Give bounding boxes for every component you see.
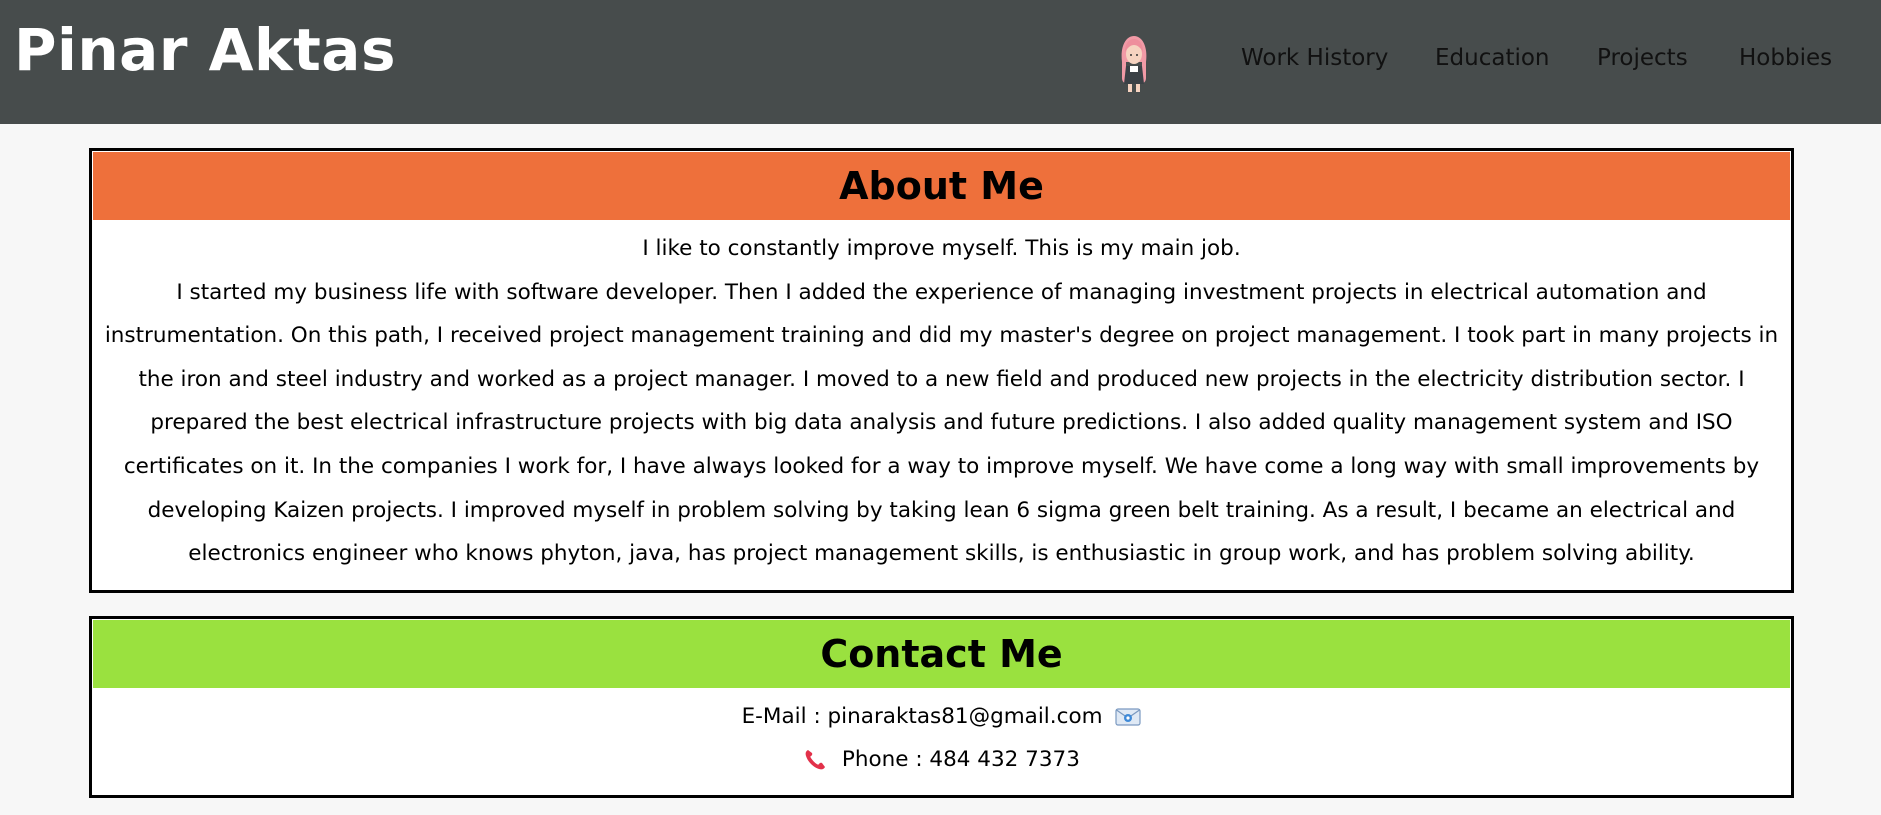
telephone-receiver-icon <box>805 750 826 770</box>
nav-hobbies[interactable]: Hobbies <box>1739 38 1832 78</box>
contact-me-heading: Contact Me <box>93 620 1790 688</box>
email-text[interactable]: E-Mail : pinaraktas81@gmail.com <box>742 704 1103 729</box>
envelope-icon <box>1115 708 1141 726</box>
email-row: E-Mail : pinaraktas81@gmail.com <box>92 695 1791 738</box>
about-me-intro: I like to constantly improve myself. Thi… <box>642 236 1241 261</box>
phone-text[interactable]: Phone : 484 432 7373 <box>842 747 1080 772</box>
site-header: Pinar Aktas Work History Education Proje… <box>0 0 1881 124</box>
about-me-section: About Me I like to constantly improve my… <box>89 148 1794 593</box>
nav-work-history[interactable]: Work History <box>1241 38 1388 78</box>
phone-row: Phone : 484 432 7373 <box>92 738 1791 781</box>
about-me-text: I like to constantly improve myself. Thi… <box>92 227 1791 576</box>
about-me-paragraph: I started my business life with software… <box>104 279 1779 567</box>
nav-projects[interactable]: Projects <box>1597 38 1688 78</box>
nav-education[interactable]: Education <box>1435 38 1550 78</box>
contact-details: E-Mail : pinaraktas81@gmail.com Phone : … <box>92 695 1791 781</box>
contact-me-section: Contact Me E-Mail : pinaraktas81@gmail.c… <box>89 616 1794 798</box>
main-nav: Work History Education Projects Hobbies <box>0 38 1881 78</box>
about-me-heading: About Me <box>93 152 1790 220</box>
